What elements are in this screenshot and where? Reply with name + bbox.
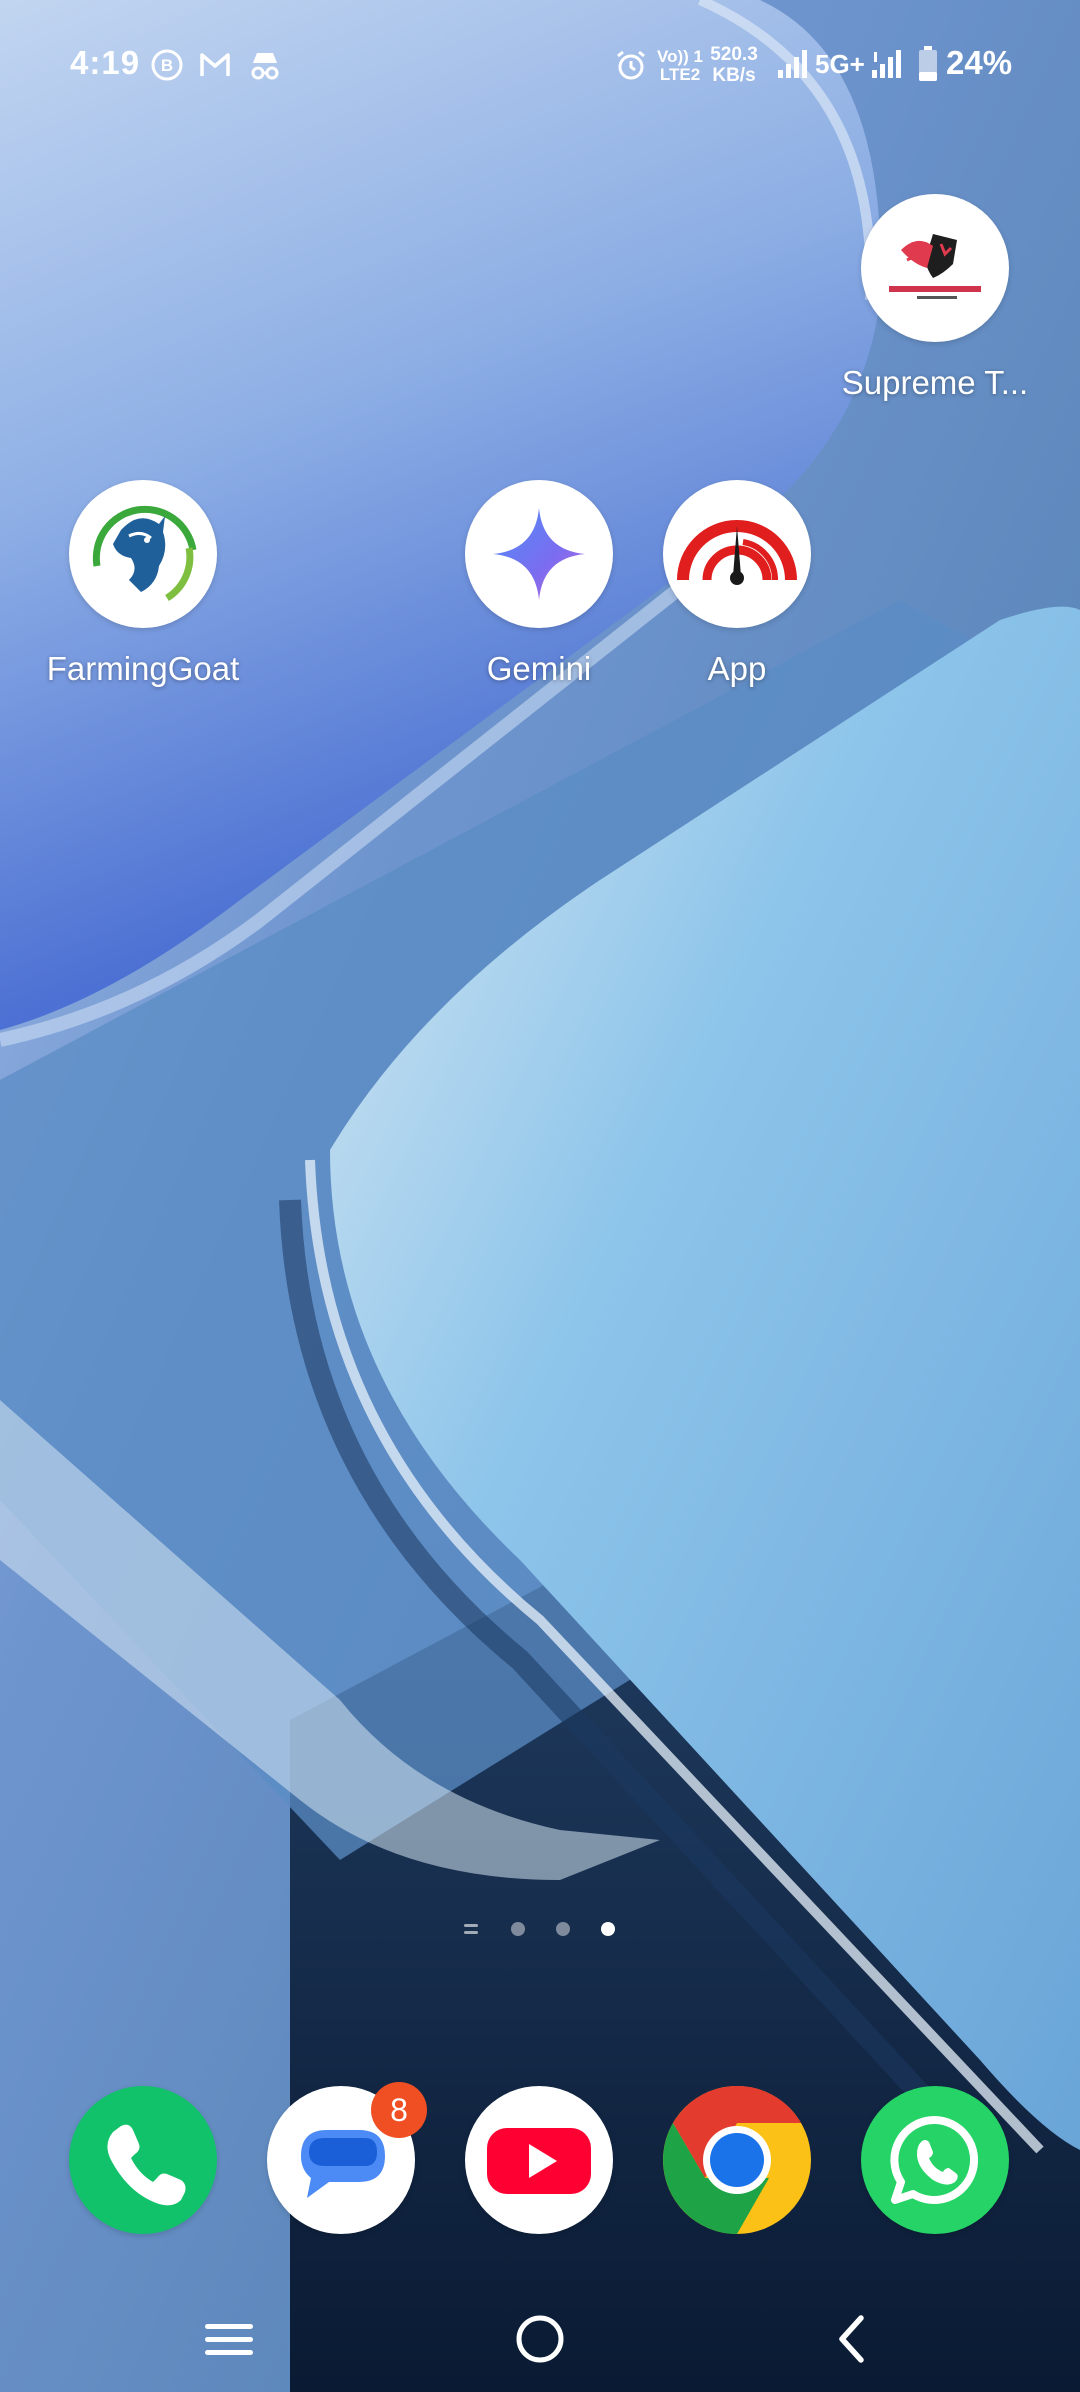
dock-messages[interactable]: 8 <box>231 2082 451 2234</box>
dock-whatsapp[interactable] <box>825 2086 1045 2234</box>
dock-phone[interactable] <box>33 2086 253 2234</box>
chrome-icon <box>663 2086 811 2234</box>
signal-icon-2 <box>870 48 904 85</box>
page-dot-2 <box>511 1922 525 1936</box>
volte-line1: Vo)) 1 <box>657 47 703 66</box>
dock-chrome[interactable] <box>627 2086 847 2234</box>
home-button[interactable] <box>495 2304 585 2374</box>
speed-value: 520.3 <box>710 44 758 65</box>
app-supreme-technocom[interactable]: Supreme T... <box>825 194 1045 402</box>
unread-badge: 8 <box>371 2082 427 2138</box>
status-time: 4:19 <box>70 44 141 81</box>
app-label-gemini: Gemini <box>486 650 592 687</box>
app-farminggoat[interactable]: FarmingGoat <box>33 480 253 688</box>
page-dot-4-active <box>601 1922 615 1936</box>
whatsapp-icon <box>861 2086 1009 2234</box>
gemini-icon <box>465 480 613 628</box>
battery-icon <box>918 46 938 87</box>
supreme-technocom-icon <box>861 194 1009 342</box>
back-button[interactable] <box>806 2304 896 2374</box>
app-gemini[interactable]: Gemini <box>429 480 649 688</box>
gmail-icon <box>198 48 232 87</box>
farminggoat-icon <box>69 480 217 628</box>
volte-indicator: Vo)) 1 LTE2 <box>656 48 704 84</box>
status-bar: 4:19 B Vo)) 1 LTE2 520.3 KB/s 5G+ 24% <box>0 0 1080 130</box>
recents-button[interactable] <box>184 2304 274 2374</box>
speed-unit: KB/s <box>712 65 756 86</box>
incognito-icon <box>248 48 282 87</box>
app-label-supreme: Supreme T... <box>841 364 1029 401</box>
phone-icon <box>69 2086 217 2234</box>
page-indicator <box>462 1915 622 1945</box>
menu-icon <box>205 2324 253 2355</box>
dock-youtube[interactable] <box>429 2086 649 2234</box>
app-label-farminggoat: FarmingGoat <box>46 650 240 687</box>
battery-percent: 24% <box>946 44 1013 81</box>
messages-icon: 8 <box>267 2082 427 2234</box>
network-type: 5G+ <box>815 49 865 79</box>
app-app[interactable]: App <box>627 480 847 688</box>
navigation-bar <box>0 2280 1080 2392</box>
alarm-icon <box>614 48 648 87</box>
page-dot-3 <box>556 1922 570 1936</box>
home-circle-icon <box>516 2315 564 2363</box>
network-speed: 520.3 KB/s <box>704 44 764 86</box>
youtube-icon <box>465 2086 613 2234</box>
signal-icon-1 <box>776 48 810 85</box>
back-chevron-icon <box>839 2315 864 2363</box>
svg-text:B: B <box>161 56 173 75</box>
pages-list-icon <box>464 1924 478 1934</box>
speedometer-icon <box>663 480 811 628</box>
volte-line2: LTE2 <box>659 65 701 84</box>
b-notification-icon: B <box>150 48 184 87</box>
app-label-app: App <box>707 650 767 687</box>
